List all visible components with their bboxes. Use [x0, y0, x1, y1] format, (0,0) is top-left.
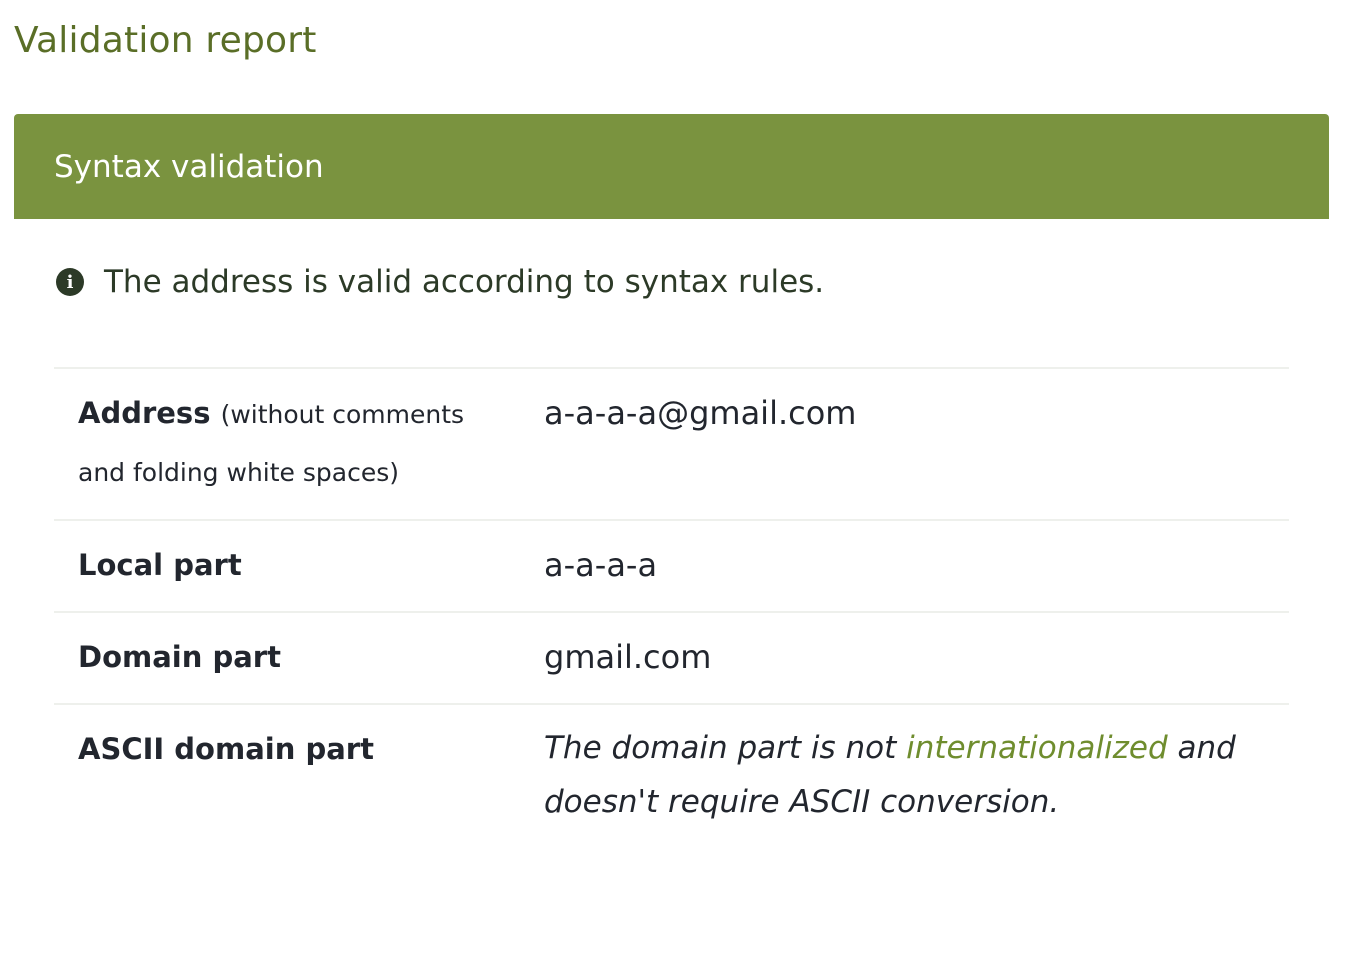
details-table: Address (without comments and folding wh… — [54, 367, 1289, 847]
page-title: Validation report — [14, 20, 317, 61]
address-label: Address — [78, 396, 211, 430]
card-header: Syntax validation — [14, 114, 1329, 219]
address-value: a-a-a-a@gmail.com — [544, 394, 857, 432]
ascii-domain-part-value: The domain part is not internationalized… — [520, 704, 1289, 847]
validity-notice: i The address is valid according to synt… — [56, 264, 824, 300]
table-row-domain-part: Domain part gmail.com — [54, 612, 1289, 704]
local-part-label: Local part — [78, 548, 242, 582]
card-header-title: Syntax validation — [54, 148, 324, 185]
ascii-domain-text-before: The domain part is not — [544, 730, 897, 766]
ascii-domain-part-label: ASCII domain part — [78, 732, 374, 766]
table-row-local-part: Local part a-a-a-a — [54, 520, 1289, 612]
local-part-value: a-a-a-a — [544, 546, 658, 584]
table-row-address: Address (without comments and folding wh… — [54, 368, 1289, 520]
syntax-validation-card: Syntax validation i The address is valid… — [14, 114, 1329, 820]
internationalized-link[interactable]: internationalized — [906, 730, 1168, 766]
address-label-cell: Address (without comments and folding wh… — [54, 368, 520, 520]
table-row-ascii-domain-part: ASCII domain part The domain part is not… — [54, 704, 1289, 847]
domain-part-label: Domain part — [78, 640, 281, 674]
info-circle-icon: i — [56, 268, 84, 296]
validity-notice-text: The address is valid according to syntax… — [104, 264, 825, 300]
domain-part-value: gmail.com — [544, 638, 712, 676]
